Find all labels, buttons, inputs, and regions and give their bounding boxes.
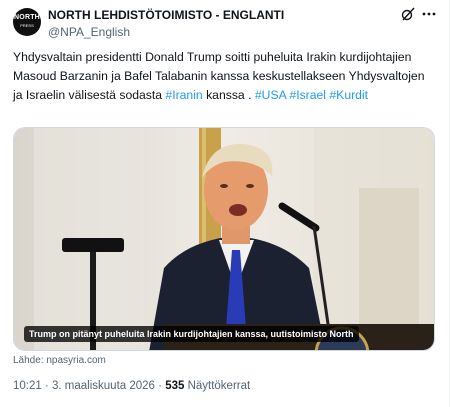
views-label: Näyttökerrat [184, 380, 251, 392]
media-source[interactable]: Lähde: npasyria.com [13, 355, 106, 366]
media-card[interactable]: Trump on pitänyt puheluita Irakin kurdij… [13, 127, 435, 351]
tweet-time[interactable]: 10:21 [13, 380, 42, 392]
hashtag-israel[interactable]: #Israel [289, 88, 326, 102]
tweet-date[interactable]: 3. maaliskuuta 2026 [52, 380, 155, 392]
hashtag-iranin[interactable]: #Iranin [165, 88, 202, 102]
tweet-meta: 10:21 · 3. maaliskuuta 2026 · 535 Näyttö… [13, 380, 251, 392]
hashtag-kurdit[interactable]: #Kurdit [329, 88, 368, 102]
avatar-logo: NORTH PRESS [14, 14, 40, 28]
media-caption: Trump on pitänyt puheluita Irakin kurdij… [24, 326, 359, 342]
avatar[interactable]: NORTH PRESS [13, 8, 41, 36]
more-icon[interactable] [420, 6, 438, 22]
hashtag-usa[interactable]: #USA [255, 88, 286, 102]
grok-icon[interactable] [400, 6, 416, 22]
news-photo [14, 128, 434, 350]
display-name[interactable]: NORTH LEHDISTÖTOIMISTO - ENGLANTI [48, 8, 284, 22]
tweet-text: Yhdysvaltain presidentti Donald Trump so… [13, 50, 425, 102]
views-count: 535 [165, 380, 185, 392]
user-handle[interactable]: @NPA_English [48, 25, 130, 39]
tweet-card: NORTH PRESS NORTH LEHDISTÖTOIMISTO - ENG… [0, 0, 450, 407]
